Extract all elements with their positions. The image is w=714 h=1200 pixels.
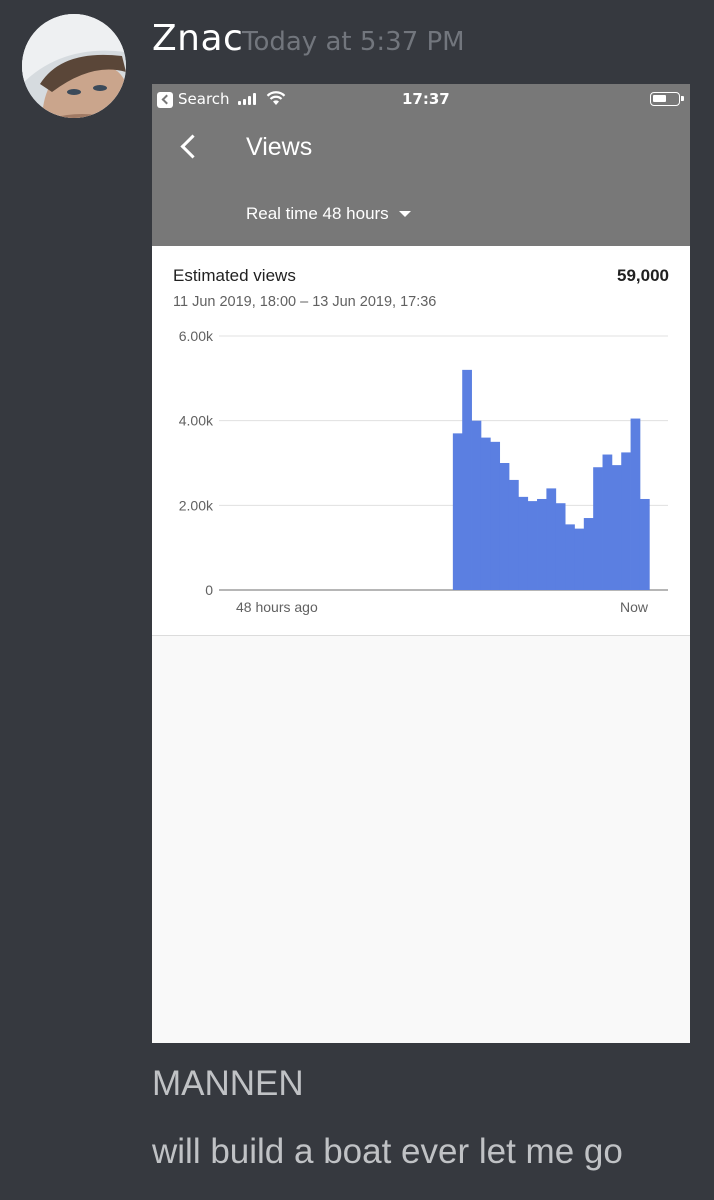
status-bar: Search 17:37 xyxy=(152,84,690,116)
chart-bar xyxy=(630,418,641,590)
y-tick-label: 2.00k xyxy=(179,497,214,513)
user-avatar[interactable] xyxy=(22,14,126,118)
y-tick-label: 0 xyxy=(205,582,213,598)
discord-message: Znac Today at 5:37 PM Search 17:37 Views xyxy=(0,0,714,1200)
chart-bar xyxy=(574,528,585,590)
views-chart[interactable]: 6.00k 4.00k 2.00k 0 48 hours ago Now xyxy=(152,316,690,616)
app-header: Search 17:37 Views Real time 48 hours xyxy=(152,84,690,246)
chart-bar xyxy=(555,503,566,590)
time-range-dropdown[interactable]: Real time 48 hours xyxy=(246,204,411,224)
back-to-app-label[interactable]: Search xyxy=(178,90,230,108)
wifi-icon xyxy=(266,91,286,105)
username[interactable]: Znac xyxy=(152,18,243,59)
dropdown-caret-icon xyxy=(398,211,411,217)
chart-bar xyxy=(499,463,510,590)
y-tick-label: 4.00k xyxy=(179,413,214,429)
chart-bar xyxy=(518,496,529,590)
metric-label: Estimated views xyxy=(173,266,296,285)
chart-bar xyxy=(639,498,650,590)
time-range-label: Real time 48 hours xyxy=(246,204,389,223)
page-title: Views xyxy=(246,133,313,161)
chart-bar xyxy=(462,369,472,590)
chart-bar xyxy=(471,420,482,590)
date-range: 11 Jun 2019, 18:00 – 13 Jun 2019, 17:36 xyxy=(173,294,437,310)
avatar-photo xyxy=(22,14,126,118)
chart-bar xyxy=(546,488,557,590)
y-tick-label: 6.00k xyxy=(179,328,214,344)
chart-bar xyxy=(583,518,594,590)
chart-bar xyxy=(452,433,463,590)
x-axis-label-end: Now xyxy=(620,599,649,615)
chart-bar xyxy=(508,479,519,590)
message-line-2: will build a boat ever let me go xyxy=(152,1132,623,1171)
x-axis-label-start: 48 hours ago xyxy=(236,599,318,615)
status-time: 17:37 xyxy=(402,90,450,108)
chart-bar xyxy=(611,465,622,590)
chart-bar xyxy=(565,524,575,590)
chart-bar xyxy=(537,498,547,590)
battery-icon xyxy=(650,92,684,106)
views-card: Estimated views 59,000 11 Jun 2019, 18:0… xyxy=(152,246,690,636)
chart-bar xyxy=(602,454,613,590)
screenshot-attachment[interactable]: Search 17:37 Views Real time 48 hours Es… xyxy=(152,84,690,1043)
back-chevron-icon[interactable] xyxy=(178,132,202,162)
back-to-app-icon[interactable] xyxy=(157,92,173,108)
signal-icon xyxy=(238,93,260,105)
chart-bar xyxy=(593,467,603,590)
chart-bar xyxy=(490,441,501,590)
message-line-1: MANNEN xyxy=(152,1064,304,1103)
chart-bar xyxy=(527,501,538,590)
metric-value: 59,000 xyxy=(617,266,669,285)
chart-bar xyxy=(480,437,491,590)
message-timestamp: Today at 5:37 PM xyxy=(242,27,465,57)
chart-bar xyxy=(621,452,631,590)
